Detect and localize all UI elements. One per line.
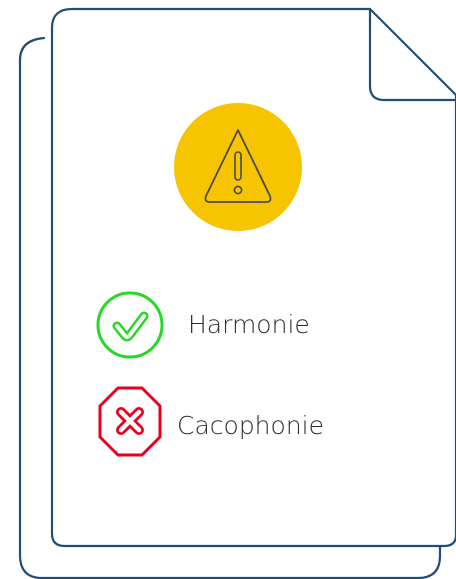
- item-label-cacophonie: Cacophonie: [177, 411, 324, 440]
- item-label-harmonie: Harmonie: [188, 310, 310, 339]
- warning-badge: [174, 103, 302, 231]
- document-illustration: [18, 7, 456, 579]
- front-page: [50, 7, 456, 548]
